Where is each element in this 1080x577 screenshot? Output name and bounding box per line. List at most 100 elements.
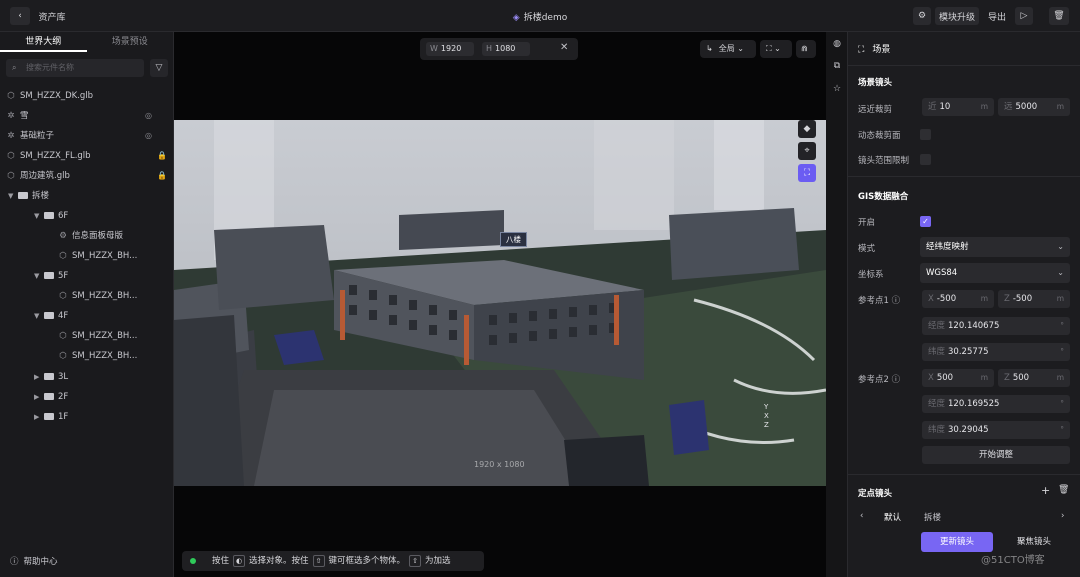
scene-size-label: 1920 x 1080: [474, 460, 525, 469]
list-item[interactable]: ⬡ SM_HZZX_BH...: [58, 246, 137, 266]
viewport[interactable]: W 1920 H 1080 ✕ ↳ 全局 ⌄ ⛶ ⌄ ⋒ 八楼 Y X Z 19…: [174, 32, 826, 577]
view-mode-dropdown[interactable]: ↳ 全局 ⌄: [700, 40, 756, 58]
list-item[interactable]: ▼ 6F: [34, 206, 68, 226]
ref2-x-input[interactable]: X 500 m: [922, 369, 994, 387]
coord-select[interactable]: WGS84 ⌄: [920, 263, 1070, 283]
list-item[interactable]: ⬡ SM_HZZX_BH...: [58, 326, 137, 346]
caret-down-icon[interactable]: ▼: [34, 206, 42, 226]
lock-icon[interactable]: 🔒: [157, 171, 167, 180]
focus-camera-button[interactable]: 聚焦镜头: [998, 532, 1070, 552]
ref1-lat-input[interactable]: 纬度 30.25775 °: [922, 343, 1070, 361]
focus-dropdown[interactable]: ⛶ ⌄: [760, 40, 792, 58]
update-camera-button[interactable]: 更新镜头: [921, 532, 993, 552]
scene-frame-icon: ⛶: [858, 45, 865, 55]
hidden-eye-icon[interactable]: ◎: [145, 131, 152, 140]
trash-icon[interactable]: 🗑: [1058, 485, 1069, 495]
play-icon[interactable]: ▷: [1015, 7, 1033, 25]
list-item[interactable]: ⬡ SM_HZZX_BH...: [58, 346, 137, 366]
ref2-z-input[interactable]: Z 500 m: [998, 369, 1070, 387]
chevron-right-icon[interactable]: ›: [1061, 511, 1064, 521]
axis-icon: ↳: [706, 44, 713, 53]
building-tag[interactable]: 八楼: [500, 232, 527, 247]
ref1-z-input[interactable]: Z -500 m: [998, 290, 1070, 308]
lock-icon[interactable]: 🔒: [157, 151, 167, 160]
layers-icon[interactable]: ⧉: [831, 60, 843, 72]
caret-down-icon[interactable]: ▼: [34, 266, 42, 286]
trash-icon[interactable]: 🗑: [1049, 7, 1069, 25]
width-value: 1920: [440, 44, 462, 53]
list-item[interactable]: ⚙ 信息面板母版: [58, 226, 123, 246]
ref2-x-value: 500: [936, 373, 954, 383]
chevron-left-icon[interactable]: ‹: [860, 511, 863, 521]
chevron-down-icon: ⌄: [1057, 268, 1064, 277]
focus-frame-icon[interactable]: ⌖: [798, 142, 816, 160]
caret-right-icon[interactable]: ▶: [34, 387, 42, 407]
range-limit-checkbox[interactable]: [920, 154, 931, 165]
mode-select[interactable]: 经纬度映射 ⌄: [920, 237, 1070, 257]
project-title: 拆楼demo: [523, 13, 568, 23]
info-icon: ⓘ: [891, 375, 901, 385]
far-clip-input[interactable]: 远 5000 m: [998, 98, 1070, 116]
item-label: 4F: [58, 311, 69, 321]
globe-icon[interactable]: ◍: [831, 38, 843, 50]
ref2-label-text: 参考点2: [858, 375, 889, 385]
list-item[interactable]: ▶ 2F: [34, 387, 68, 407]
ref2-lat-input[interactable]: 纬度 30.29045 °: [922, 421, 1070, 439]
list-item[interactable]: ⬡ SM_HZZX_BH...: [58, 286, 137, 306]
ref1-z-value: -500: [1012, 294, 1033, 304]
caret-down-icon[interactable]: ▼: [8, 186, 16, 206]
list-item[interactable]: ✲ 基础粒子: [6, 126, 54, 146]
deg-label: °: [1060, 399, 1064, 408]
export-button[interactable]: 导出: [983, 7, 1011, 25]
list-item[interactable]: ⬡ SM_HZZX_FL.glb: [6, 146, 90, 166]
list-item[interactable]: ▼ 5F: [34, 266, 68, 286]
fullscreen-icon[interactable]: ⛶: [798, 164, 816, 182]
lon-prefix: 经度: [928, 321, 946, 331]
height-field[interactable]: H 1080: [482, 42, 530, 56]
model-icon: ⬡: [7, 151, 15, 161]
hidden-eye-icon[interactable]: ◎: [145, 111, 152, 120]
item-label: SM_HZZX_DK.glb: [20, 91, 94, 101]
model-icon: ⬡: [7, 91, 15, 101]
caret-right-icon[interactable]: ▶: [34, 407, 42, 427]
camera-selector: ‹ 默认 拆楼 ›: [858, 508, 1070, 526]
gear-icon[interactable]: ⚙: [913, 7, 931, 25]
tab-scene-presets[interactable]: 场景预设: [87, 32, 174, 52]
list-item[interactable]: ✲ 雪: [6, 106, 29, 126]
close-icon[interactable]: ✕: [560, 42, 568, 53]
z-prefix: Z: [1004, 373, 1010, 383]
caret-down-icon[interactable]: ▼: [34, 306, 42, 326]
item-label: 雪: [20, 111, 29, 121]
list-item[interactable]: ▼ 拆楼: [8, 186, 49, 206]
add-icon[interactable]: +: [1041, 484, 1050, 497]
dynamic-clip-checkbox[interactable]: [920, 129, 931, 140]
list-item[interactable]: ▶ 1F: [34, 407, 68, 427]
module-upgrade-button[interactable]: 模块升级: [935, 7, 979, 25]
caret-right-icon[interactable]: ▶: [34, 367, 42, 387]
ref2-lon-input[interactable]: 经度 120.169525 °: [922, 395, 1070, 413]
search-input[interactable]: ⌕ 搜索元件名称: [6, 59, 144, 77]
magnet-icon[interactable]: ⋒: [796, 40, 816, 58]
list-item[interactable]: ⬡ 周边建筑.glb: [6, 166, 70, 186]
star-icon[interactable]: ☆: [831, 83, 843, 95]
default-camera-value[interactable]: 拆楼: [924, 511, 941, 523]
layers-icon[interactable]: ◆: [798, 120, 816, 138]
ref1-x-input[interactable]: X -500 m: [922, 290, 994, 308]
start-adjust-button[interactable]: 开始调整: [922, 446, 1070, 464]
tab-world-outline[interactable]: 世界大纲: [0, 32, 87, 52]
width-field[interactable]: W 1920: [426, 42, 474, 56]
ref1-lon-input[interactable]: 经度 120.140675 °: [922, 317, 1070, 335]
scene-render[interactable]: 八楼 YXZ 1920 x 1080 ◆ ⌖ ⛶: [174, 120, 826, 486]
near-clip-input[interactable]: 近 10 m: [922, 98, 994, 116]
hint-bar: 按住 ◐ 选择对象。按住 ⇧ 键可框选多个物体。 ⇧ 为加选: [182, 551, 484, 571]
building-tag-label: 八楼: [506, 235, 521, 244]
filter-icon[interactable]: ▽: [150, 59, 168, 77]
help-center-link[interactable]: ⓘ 帮助中心: [10, 555, 58, 567]
z-prefix: Z: [1004, 294, 1010, 304]
list-item[interactable]: ⬡ SM_HZZX_DK.glb: [6, 86, 93, 106]
list-item[interactable]: ▼ 4F: [34, 306, 68, 326]
unit-label: m: [1056, 294, 1064, 303]
list-item[interactable]: ▶ 3L: [34, 367, 68, 387]
item-label: SM_HZZX_BH...: [72, 251, 138, 261]
enable-checkbox[interactable]: ✓: [920, 216, 931, 227]
